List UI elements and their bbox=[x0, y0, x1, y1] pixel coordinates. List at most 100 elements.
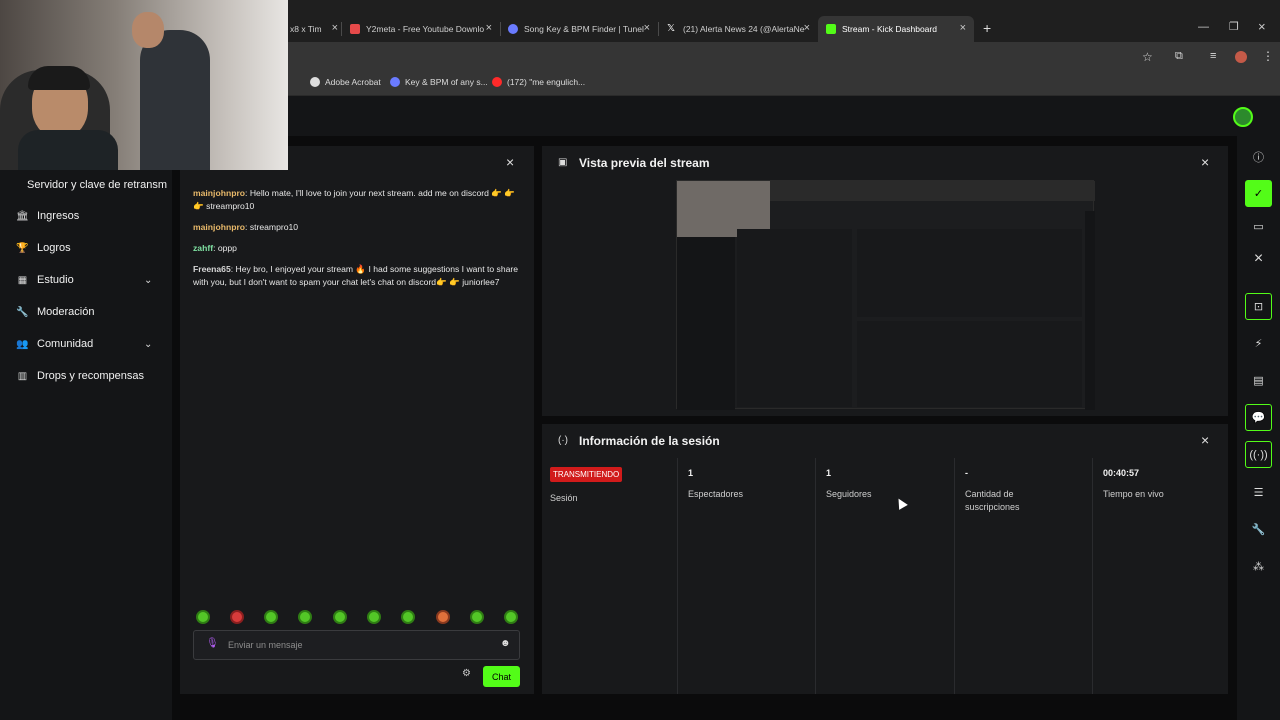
browser-tab-active[interactable]: Stream - Kick Dashboard × bbox=[818, 16, 974, 42]
close-window-icon[interactable]: × bbox=[1258, 19, 1266, 34]
live-time-value: 00:40:57 bbox=[1103, 468, 1140, 478]
wrench-icon[interactable]: 🔧 bbox=[1245, 516, 1272, 543]
sidebar-item-label: Logros bbox=[37, 242, 71, 254]
sidebar-item-logros[interactable]: 🏆 Logros bbox=[16, 242, 71, 254]
chat-message: Freena65: Hey bro, I enjoyed your stream… bbox=[193, 264, 519, 287]
chat-input-placeholder: Enviar un mensaje bbox=[228, 640, 303, 650]
menu-icon[interactable]: ⋮ bbox=[1262, 49, 1274, 63]
nodes-icon[interactable]: ⁂ bbox=[1245, 553, 1272, 580]
info-icon[interactable]: ⓘ bbox=[1245, 143, 1272, 170]
close-icon[interactable]: × bbox=[644, 22, 650, 34]
bookmark-label: Adobe Acrobat bbox=[325, 77, 381, 87]
sidebar-item-label: Ingresos bbox=[37, 210, 80, 222]
bookmark-item[interactable]: Key & BPM of any s... bbox=[390, 77, 488, 87]
bookmark-item[interactable]: Adobe Acrobat bbox=[310, 77, 381, 87]
star-icon[interactable]: ☆ bbox=[1142, 50, 1153, 64]
viewers-value: 1 bbox=[688, 468, 694, 478]
x-logo-icon: 𝕏 bbox=[667, 23, 676, 34]
browser-tab[interactable]: Y2meta - Free Youtube Downlo × bbox=[350, 18, 492, 40]
live-status-badge: TRANSMITIENDO bbox=[550, 467, 623, 482]
emote-icon[interactable] bbox=[436, 610, 450, 624]
layout-icon[interactable]: ▭ bbox=[1245, 213, 1272, 240]
chat-message: mainjohnpro: streampro10 bbox=[193, 222, 299, 232]
kick-logo-icon bbox=[826, 24, 836, 34]
close-icon[interactable]: × bbox=[332, 22, 338, 34]
browser-tab[interactable]: Song Key & BPM Finder | Tunel × bbox=[508, 18, 650, 40]
chat-message: zahff: oppp bbox=[193, 243, 237, 253]
emoji-icon[interactable]: ☻ bbox=[500, 638, 511, 649]
followers-label: Seguidores bbox=[826, 489, 872, 499]
preview-preview bbox=[857, 229, 1082, 317]
emote-icon[interactable] bbox=[196, 610, 210, 624]
browser-tab[interactable]: x8 x Tim × bbox=[290, 18, 338, 40]
sidebar-item-drops[interactable]: ▥ Drops y recompensas bbox=[16, 370, 144, 382]
y2meta-icon bbox=[350, 24, 360, 34]
minimize-icon[interactable]: — bbox=[1198, 21, 1209, 33]
preview-session bbox=[857, 321, 1082, 407]
community-icon: 👥 bbox=[16, 338, 29, 350]
sidebar-item-stream-key[interactable]: Servidor y clave de retransm bbox=[27, 179, 167, 191]
tab-title: x8 x Tim bbox=[290, 24, 322, 34]
stack-icon[interactable]: ☰ bbox=[1245, 479, 1272, 506]
chat-username[interactable]: zahff bbox=[193, 243, 213, 253]
bookmark-item[interactable]: (172) "me engulich... bbox=[492, 77, 585, 87]
person-shirt bbox=[18, 130, 118, 170]
chat-text: oppp bbox=[217, 243, 237, 253]
close-icon[interactable]: × bbox=[486, 22, 492, 34]
sidebar-item-moderacion[interactable]: 🔧 Moderación bbox=[16, 306, 94, 318]
chat-bubble-icon[interactable]: 💬 bbox=[1245, 404, 1272, 431]
emote-icon[interactable] bbox=[333, 610, 347, 624]
chat-message: mainjohnpro: Hello mate, I'll love to jo… bbox=[193, 188, 516, 211]
emote-icon[interactable] bbox=[230, 610, 244, 624]
preview-chat bbox=[737, 229, 852, 407]
settings-gear-icon[interactable]: ⚙ bbox=[462, 668, 471, 679]
close-icon[interactable]: × bbox=[1245, 245, 1272, 272]
webcam-overlay bbox=[0, 0, 288, 170]
emote-icon[interactable] bbox=[401, 610, 415, 624]
preview-sidebar bbox=[677, 237, 735, 410]
tab-title: (21) Alerta News 24 (@AlertaNe bbox=[683, 24, 805, 34]
lightning-icon[interactable]: ⚡ bbox=[1245, 330, 1272, 357]
close-icon[interactable]: × bbox=[804, 22, 810, 34]
profile-avatar[interactable] bbox=[1235, 51, 1247, 63]
chat-input-box[interactable]: 🎙 Enviar un mensaje ☻ bbox=[193, 630, 520, 660]
browser-tab[interactable]: 𝕏 (21) Alerta News 24 (@AlertaNe × bbox=[667, 18, 810, 40]
emote-icon[interactable] bbox=[264, 610, 278, 624]
close-icon[interactable]: × bbox=[1201, 154, 1209, 170]
viewers-label: Espectadores bbox=[688, 489, 744, 499]
checkmark-icon[interactable]: ✓ bbox=[1245, 180, 1272, 207]
close-icon[interactable]: × bbox=[1201, 432, 1209, 448]
gift-icon: ▥ bbox=[17, 370, 28, 382]
emote-icon[interactable] bbox=[504, 610, 518, 624]
user-avatar[interactable] bbox=[1233, 107, 1253, 127]
sidebar-item-estudio[interactable]: ▦ Estudio ⌄ bbox=[16, 274, 166, 286]
emote-icon[interactable] bbox=[298, 610, 312, 624]
preview-browser-chrome bbox=[770, 181, 1095, 201]
media-icon[interactable]: ≡ bbox=[1210, 50, 1216, 62]
chat-send-button[interactable]: Chat bbox=[483, 666, 520, 687]
subscriptions-value: - bbox=[965, 468, 968, 478]
sidebar-item-comunidad[interactable]: 👥 Comunidad ⌄ bbox=[16, 338, 166, 350]
tunebat-icon bbox=[508, 24, 518, 34]
close-icon[interactable]: × bbox=[506, 154, 514, 170]
kick-dashboard: Servidor y clave de retransm 🏛 Ingresos … bbox=[0, 96, 1280, 720]
sidebar-item-label: Comunidad bbox=[37, 338, 94, 350]
screenshot-icon[interactable]: ⊡ bbox=[1245, 293, 1272, 320]
stat-column bbox=[815, 458, 816, 694]
broadcast-icon[interactable]: ((·)) bbox=[1245, 441, 1272, 468]
emote-icon[interactable] bbox=[367, 610, 381, 624]
close-icon[interactable]: × bbox=[960, 22, 966, 34]
chat-username[interactable]: mainjohnpro bbox=[193, 222, 245, 232]
document-icon[interactable]: ▤ bbox=[1245, 367, 1272, 394]
maximize-icon[interactable]: ❐ bbox=[1229, 20, 1239, 33]
chat-username[interactable]: mainjohnpro bbox=[193, 188, 245, 198]
sidebar: Servidor y clave de retransm 🏛 Ingresos … bbox=[0, 136, 172, 720]
tab-title: Y2meta - Free Youtube Downlo bbox=[366, 24, 485, 34]
chat-username[interactable]: Freena65 bbox=[193, 264, 231, 274]
tab-divider bbox=[658, 22, 659, 36]
emote-icon[interactable] bbox=[470, 610, 484, 624]
new-tab-button[interactable]: + bbox=[983, 20, 991, 36]
microphone-icon[interactable]: 🎙 bbox=[206, 638, 219, 649]
extensions-icon[interactable]: ⧉ bbox=[1175, 50, 1183, 63]
sidebar-item-ingresos[interactable]: 🏛 Ingresos bbox=[16, 210, 79, 222]
